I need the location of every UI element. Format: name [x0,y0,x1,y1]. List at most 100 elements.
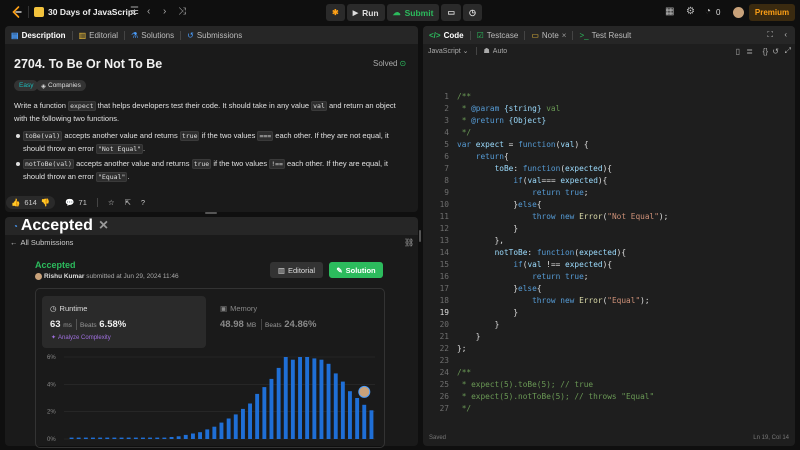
code-line[interactable]: 8 if(val=== expected){ [423,175,795,187]
format-icon[interactable]: ≣ [746,47,753,56]
submit-button[interactable]: ☁ Submit [386,4,440,21]
chart-bar[interactable] [248,403,252,440]
chart-bar[interactable] [169,437,174,439]
chart-bar[interactable] [105,437,110,439]
reset-icon[interactable]: ↺ [772,47,779,56]
star-icon[interactable]: ☆ [108,198,115,207]
code-line[interactable]: 20 } [423,319,795,331]
code-line[interactable]: 14 notToBe: function(expected){ [423,247,795,259]
tab-note[interactable]: ▭ Note × [525,26,572,44]
chart-bar[interactable] [276,367,281,439]
close-icon[interactable]: × [99,217,108,235]
code-line[interactable]: 27 */ [423,403,795,415]
leetcode-logo-icon[interactable] [10,5,24,19]
chart-bar[interactable] [305,357,310,439]
code-line[interactable]: 6 return{ [423,151,795,163]
code-line[interactable]: 19 } [423,307,795,319]
code-line[interactable]: 15 if(val !== expected){ [423,259,795,271]
chart-bar[interactable] [326,363,331,439]
runtime-distribution-chart[interactable]: 6% 4% 2% 0% [35,350,385,446]
resize-handle[interactable] [205,212,217,214]
close-icon[interactable]: × [562,31,567,40]
author-name[interactable]: Rishu Kumar [44,273,84,280]
layout-icon[interactable]: ▦ [665,6,674,18]
analyze-complexity-link[interactable]: ✦ Analyze Complexity [51,334,111,341]
tab-solutions[interactable]: ⚗ Solutions [125,26,180,44]
tab-accepted[interactable]: ◔ Accepted × [7,217,114,235]
chart-bar[interactable] [141,437,145,439]
code-line[interactable]: 25 * expect(5).toBe(5); // true [423,379,795,391]
chart-bar[interactable] [69,437,74,439]
code-line[interactable]: 12 } [423,223,795,235]
help-icon[interactable]: ? [141,198,145,207]
share-icon[interactable]: ⇱ [125,198,131,207]
code-line[interactable]: 22}; [423,343,795,355]
timer-button[interactable]: ◷ [463,4,482,21]
code-line[interactable]: 21 } [423,331,795,343]
gear-icon[interactable]: ⚙ [686,6,695,18]
solution-button[interactable]: ✎ Solution [329,262,383,278]
next-icon[interactable]: › [163,6,166,18]
chart-bar[interactable] [155,437,160,439]
chart-bar[interactable] [219,422,224,439]
code-line[interactable]: 16 return true; [423,271,795,283]
run-button[interactable]: ▶ Run [346,4,385,21]
code-line[interactable]: 1 /** [423,91,795,103]
code-line[interactable]: 4 */ [423,127,795,139]
code-line[interactable]: 24 /** [423,367,795,379]
all-submissions-link[interactable]: ← All Submissions [10,238,73,247]
chart-bar[interactable] [290,359,295,439]
thumbs-down-icon[interactable]: 👎 [41,198,50,207]
chart-bar[interactable] [283,357,288,439]
code-line[interactable]: 5 var expect = function(val) { [423,139,795,151]
fire-icon[interactable]: ◔ [705,6,711,18]
chart-bar[interactable] [226,418,231,440]
chart-bar[interactable] [369,410,374,439]
chart-bar[interactable] [83,437,88,439]
prev-icon[interactable]: ‹ [147,6,150,18]
list-icon[interactable]: ☰ [130,6,139,18]
avatar[interactable] [733,7,744,18]
chart-bar[interactable] [319,359,324,439]
code-line[interactable]: 23 [423,355,795,367]
code-line[interactable]: 3 * @return {Object} [423,115,795,127]
chart-bar[interactable] [241,408,245,439]
chart-bar[interactable] [198,432,202,439]
code-line[interactable]: 11 throw new Error("Not Equal"); [423,211,795,223]
premium-button[interactable]: Premium [749,4,795,21]
thumbs-up-icon[interactable]: 👍 [11,198,20,207]
tab-test-result[interactable]: >_ Test Result [573,26,637,44]
chart-bar[interactable] [355,398,360,439]
comment-icon[interactable]: 💬 [65,198,74,207]
tab-code[interactable]: </> Code [423,26,470,44]
chart-bar[interactable] [191,433,195,440]
editorial-button[interactable]: ▥ Editorial [270,262,323,278]
link-icon[interactable]: ⛓ [404,238,414,247]
code-line[interactable]: 18 throw new Error("Equal"); [423,295,795,307]
auto-label[interactable]: Auto [493,48,507,55]
project-title[interactable]: 30 Days of JavaScript [48,7,136,17]
code-editor[interactable]: 1/** 2 * @param {string} val 3 * @return {… [423,91,795,415]
code-line[interactable]: 2 * @param {string} val [423,103,795,115]
language-select[interactable]: JavaScript ⌄ [428,47,469,55]
tab-testcase[interactable]: ☑ Testcase [471,26,525,44]
tab-submissions[interactable]: ↺ Submissions [181,26,248,44]
chart-bar[interactable] [98,437,103,439]
code-line[interactable]: 9 return true; [423,187,795,199]
chart-bar[interactable] [91,437,95,439]
chart-bar[interactable] [262,387,267,439]
chart-bar[interactable] [298,357,302,439]
chart-bar[interactable] [126,437,131,439]
collapse-icon[interactable]: ‹ [784,30,787,39]
debug-button[interactable]: ✱ [326,4,345,21]
chart-bar[interactable] [76,437,81,439]
chart-bar[interactable] [340,381,345,439]
memory-label[interactable]: ▣ Memory [220,304,257,313]
chart-bar[interactable] [133,437,138,439]
code-line[interactable]: 13 }, [423,235,795,247]
resize-handle[interactable] [419,230,421,242]
chart-bar[interactable] [162,437,167,439]
chart-bar[interactable] [176,436,181,439]
code-line[interactable]: 10 }else{ [423,199,795,211]
expand-icon[interactable]: ⤢ [785,46,791,56]
